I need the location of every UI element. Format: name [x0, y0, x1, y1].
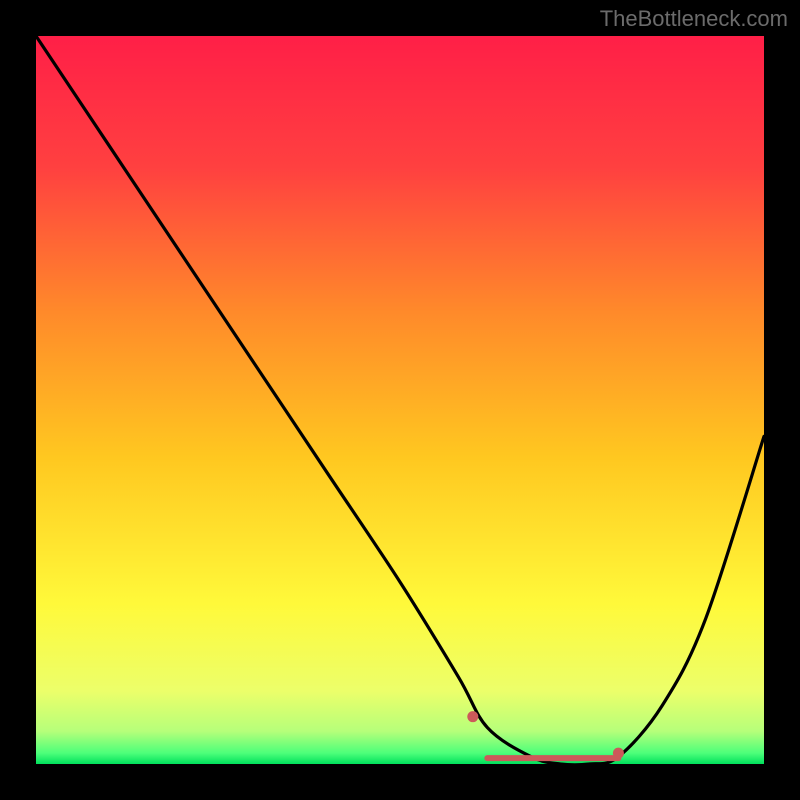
bottleneck-chart [36, 36, 764, 764]
chart-container [36, 36, 764, 764]
marker-dot [467, 711, 478, 722]
watermark-text: TheBottleneck.com [600, 6, 788, 32]
chart-background-gradient [36, 36, 764, 764]
marker-dot [613, 748, 624, 759]
